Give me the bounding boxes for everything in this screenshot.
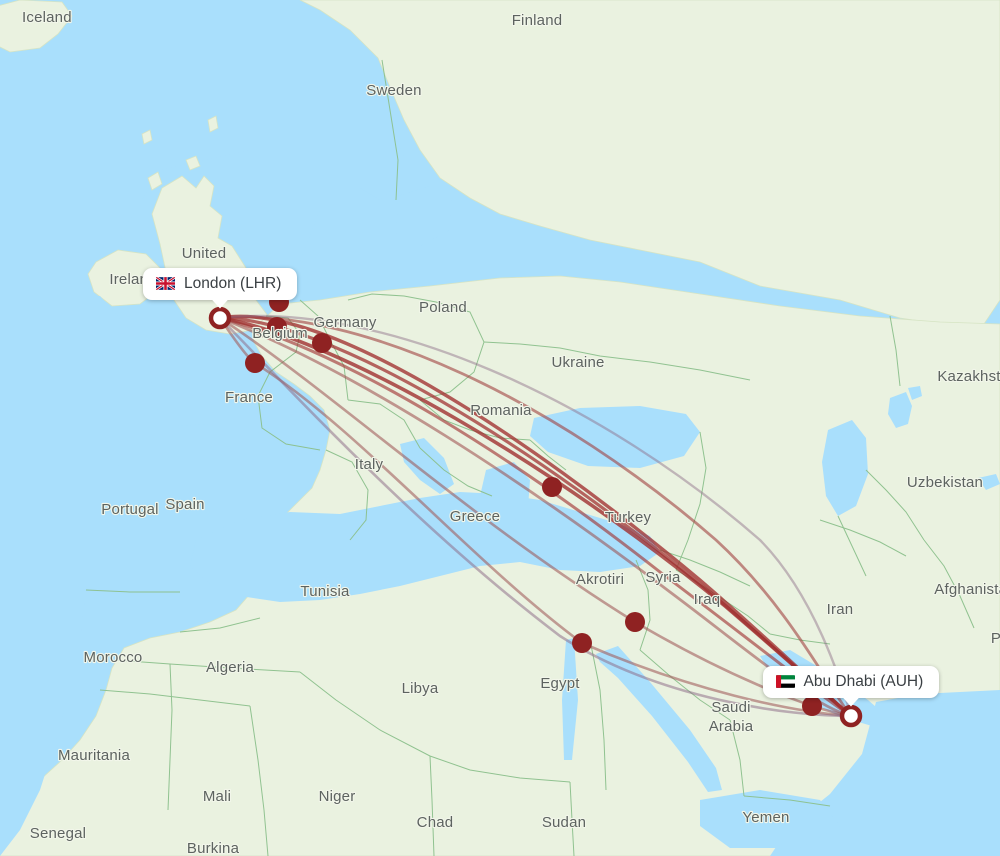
country-label-syria: Syria	[645, 569, 681, 586]
country-label-egypt: Egypt	[540, 675, 580, 692]
origin-airport-tooltip[interactable]: London (LHR)	[143, 268, 298, 309]
waypoint-doha[interactable]	[802, 696, 822, 716]
country-label-france: France	[225, 389, 273, 406]
country-label-portugal: Portugal	[101, 501, 158, 518]
country-label-iceland: Iceland	[22, 9, 72, 26]
country-label-finland: Finland	[512, 12, 563, 29]
country-label-senegal: Senegal	[30, 825, 86, 842]
origin-airport-label: London (LHR)	[184, 275, 282, 292]
country-label-mali: Mali	[203, 788, 231, 805]
country-label-poland: Poland	[419, 299, 467, 316]
waypoint-amman[interactable]	[625, 612, 645, 632]
country-label-spain: Spain	[165, 496, 204, 513]
country-label-burkina: Burkina	[187, 840, 240, 856]
country-label-turkey: Turkey	[605, 509, 652, 526]
country-label-kazakhst: Kazakhst	[937, 368, 1000, 385]
waypoint-istanbul[interactable]	[542, 477, 562, 497]
country-label-niger: Niger	[319, 788, 356, 805]
country-label-libya: Libya	[402, 680, 439, 697]
ae-flag-icon	[775, 675, 795, 689]
gb-flag-icon	[156, 277, 175, 291]
waypoint-cairo[interactable]	[572, 633, 592, 653]
country-label-afghanistan: Afghanistan	[934, 581, 1000, 598]
country-label-akrotiri: Akrotiri	[576, 571, 624, 588]
country-label-romania: Romania	[470, 402, 532, 419]
country-label-united: United	[182, 245, 227, 262]
map-canvas: Iceland FinlandSwedenIrelandUnitedPolandG…	[0, 0, 1000, 856]
country-label-uzbekistan: Uzbekistan	[907, 474, 983, 491]
country-label-italy: Italy	[355, 456, 384, 473]
country-label-iraq: Iraq	[694, 591, 721, 608]
origin-marker[interactable]	[208, 306, 232, 330]
destination-marker[interactable]	[839, 704, 863, 728]
flight-route-map[interactable]: Iceland Finland Sweden Ireland United Poland G…	[0, 0, 1000, 856]
country-label-morocco: Morocco	[84, 649, 143, 666]
origin-marker-ring	[208, 306, 232, 330]
country-label-p: P	[991, 630, 1000, 647]
destination-airport-tooltip[interactable]: Abu Dhabi (AUH)	[762, 666, 940, 707]
destination-marker-ring	[839, 704, 863, 728]
waypoint-frankfurt[interactable]	[312, 333, 332, 353]
country-label-tunisia: Tunisia	[300, 583, 350, 600]
destination-airport-label: Abu Dhabi (AUH)	[803, 673, 924, 690]
country-label-ukraine: Ukraine	[551, 354, 604, 371]
country-label-algeria: Algeria	[206, 659, 255, 676]
waypoint-paris[interactable]	[245, 353, 265, 373]
country-label-greece: Greece	[450, 508, 500, 525]
country-label-sweden: Sweden	[366, 82, 421, 99]
country-label-germany: Germany	[313, 314, 376, 331]
country-label-yemen: Yemen	[742, 809, 789, 826]
country-label-chad: Chad	[417, 814, 454, 831]
country-label-mauritania: Mauritania	[58, 747, 130, 764]
country-label-belgium: Belgium	[252, 325, 308, 342]
country-label-iran: Iran	[827, 601, 854, 618]
country-label-sudan: Sudan	[542, 814, 586, 831]
